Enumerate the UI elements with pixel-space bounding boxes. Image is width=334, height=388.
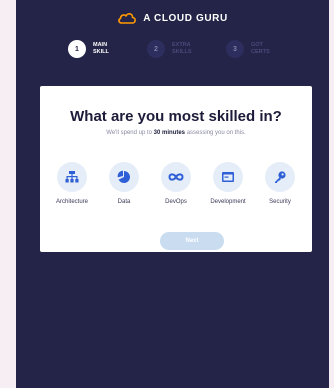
option-icon-circle	[213, 162, 243, 192]
brand-name: A CLOUD GURU	[143, 12, 228, 24]
option-icon-circle	[161, 162, 191, 192]
architecture-hierarchy-icon	[65, 171, 79, 183]
option-icon-circle	[109, 162, 139, 192]
step-main-skill: 1 MAIN SKILL	[68, 40, 119, 58]
card-subtitle: We'll spend up to 30 minutes assessing y…	[40, 130, 312, 136]
subtitle-duration: 30 minutes	[153, 130, 186, 136]
skill-option-data[interactable]: Data	[98, 162, 150, 205]
app-screen: A CLOUD GURU 1 MAIN SKILL 2 EXTRA SKILLS…	[16, 0, 329, 388]
subtitle-text: assessing you on this.	[185, 130, 246, 136]
skill-option-development[interactable]: Development	[202, 162, 254, 205]
card-title: What are you most skilled in?	[70, 108, 282, 125]
option-icon-circle	[57, 162, 87, 192]
development-window-icon	[222, 172, 234, 182]
step-got-certs: 3 GOT CERTS	[226, 40, 277, 58]
option-icon-circle	[265, 162, 295, 192]
next-button[interactable]: Next	[160, 232, 224, 250]
cloud-logo-icon	[118, 13, 137, 24]
skill-option-security[interactable]: Security	[254, 162, 306, 205]
option-label: Security	[269, 199, 291, 205]
step-number: 1	[68, 40, 86, 58]
security-key-icon	[275, 171, 286, 183]
step-label: MAIN SKILL	[93, 42, 109, 55]
option-label: Architecture	[55, 199, 88, 205]
step-number: 2	[147, 40, 165, 58]
subtitle-text: We'll spend up to	[106, 130, 154, 136]
progress-stepper: 1 MAIN SKILL 2 EXTRA SKILLS 3 GOT CERTS	[16, 40, 329, 58]
devops-infinity-icon	[168, 173, 184, 181]
brand-header: A CLOUD GURU	[16, 12, 329, 24]
skill-selection-card: What are you most skilled in? We'll spen…	[40, 86, 312, 252]
step-label: GOT CERTS	[251, 42, 270, 55]
skill-options: Architecture Data DevOps Development Sec…	[46, 162, 306, 205]
option-label: DevOps	[165, 199, 187, 205]
skill-option-architecture[interactable]: Architecture	[46, 162, 98, 205]
option-label: Data	[117, 199, 131, 205]
step-extra-skills: 2 EXTRA SKILLS	[147, 40, 198, 58]
skill-option-devops[interactable]: DevOps	[150, 162, 202, 205]
step-label: EXTRA SKILLS	[172, 42, 192, 55]
step-number: 3	[226, 40, 244, 58]
data-pie-chart-icon	[117, 170, 131, 183]
option-label: Development	[210, 199, 246, 205]
